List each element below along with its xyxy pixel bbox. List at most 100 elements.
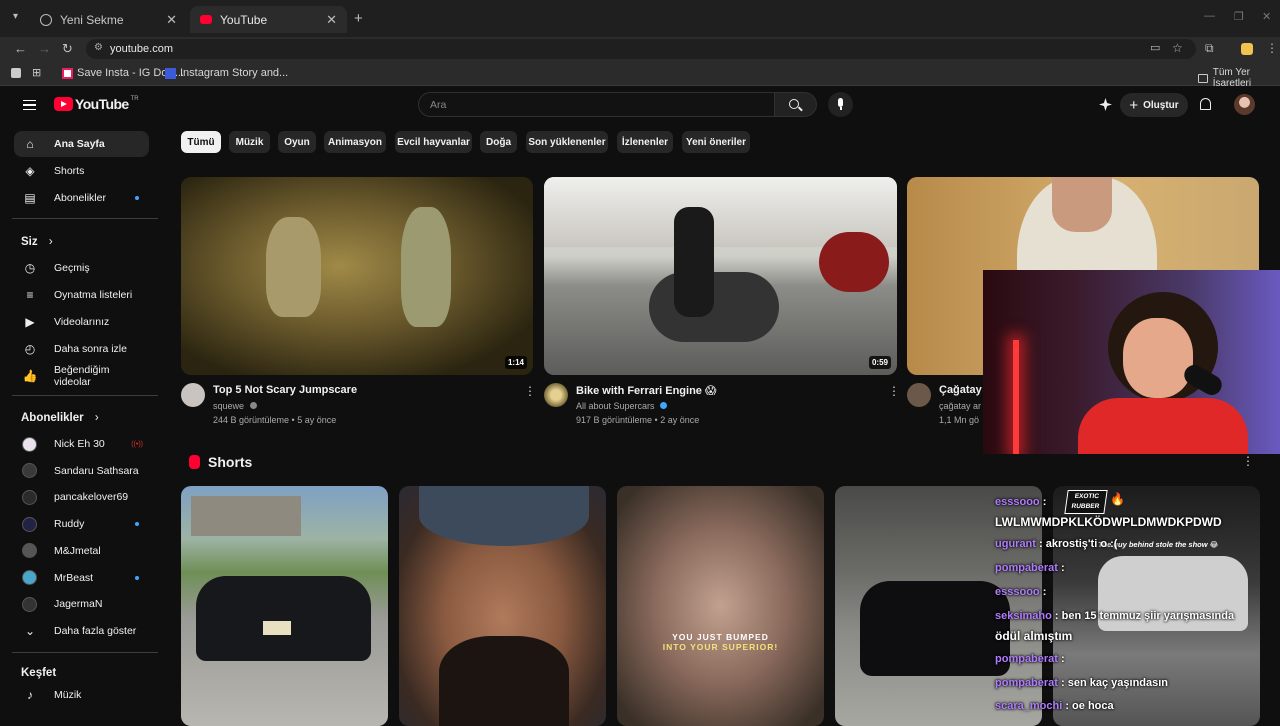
- video-title[interactable]: Top 5 Not Scary Jumpscare: [213, 384, 357, 396]
- sidebar-item-you_items-4[interactable]: 👍 Beğendiğim videolar: [14, 363, 149, 389]
- bookmark-star-icon[interactable]: ☆: [1172, 41, 1183, 55]
- new-tab-button[interactable]: +: [354, 10, 363, 27]
- liked-videos-icon: 👍: [22, 369, 38, 383]
- chip[interactable]: Son yüklenenler: [526, 131, 608, 153]
- video-title[interactable]: Bike with Ferrari Engine 😱: [576, 384, 716, 397]
- profile-icon[interactable]: [1241, 43, 1253, 55]
- voice-search-button[interactable]: [828, 92, 853, 117]
- chat-separator: :: [1051, 610, 1062, 622]
- fire-icon: 🔥: [1110, 492, 1125, 506]
- bookmark-instagram-story[interactable]: Instagram Story and...: [165, 67, 288, 79]
- caption-line: INTO YOUR SUPERIOR!: [662, 642, 779, 652]
- channel-name[interactable]: squewe: [213, 401, 257, 411]
- channel-name[interactable]: çağatay ar: [939, 401, 981, 411]
- sidebar-item-main_items-2[interactable]: ▤ Abonelikler: [14, 185, 149, 211]
- search-input[interactable]: Ara: [430, 99, 446, 111]
- window-close-icon[interactable]: ✕: [1262, 10, 1271, 23]
- avatar[interactable]: [1234, 94, 1255, 115]
- sidebar-item-main_items-0[interactable]: ⌂ Ana Sayfa: [14, 131, 149, 157]
- subscription-label: pancakelover69: [54, 491, 129, 504]
- tab-label: Yeni Sekme: [60, 12, 124, 27]
- subscription-item[interactable]: pancakelover69: [14, 484, 149, 510]
- chip[interactable]: Evcil hayvanlar: [395, 131, 472, 153]
- youtube-logo[interactable]: YouTube TR: [54, 96, 139, 112]
- notifications-icon[interactable]: [1200, 98, 1211, 110]
- close-icon[interactable]: ✕: [326, 12, 337, 28]
- shorts-heading-label: Shorts: [208, 454, 253, 470]
- chip[interactable]: Doğa: [480, 131, 517, 153]
- video-thumbnail[interactable]: 1:14: [181, 177, 533, 375]
- sidebar-item-main_items-1[interactable]: ◈ Shorts: [14, 158, 149, 184]
- sidebar-item-music[interactable]: ♪ Müzik: [14, 682, 149, 708]
- channel-avatar: [22, 516, 37, 532]
- duration-badge: 0:59: [868, 356, 891, 369]
- minimize-icon[interactable]: —: [1204, 10, 1215, 22]
- sidebar-item-you_items-1[interactable]: ≡ Oynatma listeleri: [14, 282, 149, 308]
- hamburger-menu-icon[interactable]: [23, 100, 36, 110]
- close-icon[interactable]: ✕: [166, 12, 177, 28]
- tab-new-tab[interactable]: Yeni Sekme ✕: [30, 6, 187, 33]
- channel-avatar: [22, 463, 37, 479]
- restore-icon[interactable]: ❐: [1234, 10, 1244, 23]
- short-thumbnail[interactable]: [399, 486, 606, 726]
- sidebar-item-you_items-0[interactable]: ◷ Geçmiş: [14, 255, 149, 281]
- subscription-item[interactable]: Ruddy: [14, 511, 149, 537]
- more-options-icon[interactable]: ⋮: [1242, 454, 1254, 468]
- sidebar-item-label: Shorts: [54, 165, 85, 177]
- premium-spark-icon[interactable]: [1099, 98, 1112, 111]
- address-bar: ← → ↻ ⚙ youtube.com ▭ ☆ ⧉ ⋮: [0, 37, 1280, 61]
- short-caption: YOU JUST BUMPED INTO YOUR SUPERIOR!: [617, 632, 824, 652]
- channel-name[interactable]: All about Supercars: [576, 401, 668, 411]
- subscription-item[interactable]: JagermaN: [14, 591, 149, 617]
- chat-separator: :: [1035, 538, 1046, 550]
- apps-icon[interactable]: [11, 68, 21, 78]
- channel-avatar[interactable]: [181, 383, 205, 407]
- chip[interactable]: Yeni öneriler: [682, 131, 750, 153]
- show-more-button[interactable]: ⌄ Daha fazla göster: [14, 618, 149, 644]
- you-heading[interactable]: Siz ›: [21, 236, 53, 248]
- sidebar-item-label: Geçmiş: [54, 262, 90, 274]
- folder-icon: [1198, 73, 1208, 83]
- sidebar-item-you_items-3[interactable]: ◴ Daha sonra izle: [14, 336, 149, 362]
- subscription-label: M&Jmetal: [54, 544, 101, 557]
- subscription-item[interactable]: MrBeast: [14, 565, 149, 591]
- more-options-icon[interactable]: ⋮: [888, 384, 900, 398]
- url-field[interactable]: ⚙ youtube.com: [86, 39, 1196, 59]
- cast-icon[interactable]: ▭: [1150, 41, 1160, 54]
- create-button[interactable]: + Oluştur: [1120, 93, 1188, 117]
- forward-icon[interactable]: →: [38, 41, 51, 56]
- subscription-item[interactable]: M&Jmetal: [14, 538, 149, 564]
- chip[interactable]: Animasyon: [324, 131, 386, 153]
- chat-username: esssooo: [995, 586, 1040, 598]
- subscription-item[interactable]: Nick Eh 30 ((•)): [14, 431, 149, 457]
- house: [191, 496, 301, 536]
- chat-message: pompaberat :: [995, 653, 1065, 665]
- subscription-item[interactable]: Sandaru Sathsara: [14, 458, 149, 484]
- site-info-icon[interactable]: ⚙: [94, 42, 103, 53]
- reload-icon[interactable]: ↻: [62, 41, 73, 57]
- search-button[interactable]: [775, 92, 817, 117]
- chip[interactable]: Müzik: [229, 131, 270, 153]
- channel-avatar[interactable]: [544, 383, 568, 407]
- extensions-icon[interactable]: ⧉: [1205, 41, 1214, 56]
- grid-icon[interactable]: ⊞: [32, 66, 41, 79]
- short-thumbnail[interactable]: YOU JUST BUMPED INTO YOUR SUPERIOR!: [617, 486, 824, 726]
- chip[interactable]: İzlenenler: [617, 131, 673, 153]
- chip[interactable]: Tümü: [181, 131, 221, 153]
- search-box[interactable]: Ara: [418, 92, 775, 117]
- subscriptions-heading[interactable]: Abonelikler ›: [21, 412, 99, 424]
- channel-avatar[interactable]: [907, 383, 931, 407]
- sidebar-item-you_items-2[interactable]: ▶ Videolarınız: [14, 309, 149, 335]
- plus-icon: +: [1129, 96, 1139, 114]
- menu-icon[interactable]: ⋮: [1266, 41, 1278, 55]
- back-icon[interactable]: ←: [14, 41, 27, 56]
- video-thumbnail[interactable]: 0:59: [544, 177, 897, 375]
- microphone-icon: [838, 98, 843, 107]
- tab-youtube[interactable]: YouTube ✕: [190, 6, 347, 33]
- short-thumbnail[interactable]: [181, 486, 388, 726]
- more-options-icon[interactable]: ⋮: [524, 384, 536, 398]
- chip[interactable]: Oyun: [278, 131, 316, 153]
- tab-list-icon[interactable]: ▾: [13, 11, 18, 22]
- chat-message: LWLMWMDPKLKÖDWPLDMWDKPDWD: [995, 515, 1222, 529]
- chipmunk-figure: [401, 207, 451, 327]
